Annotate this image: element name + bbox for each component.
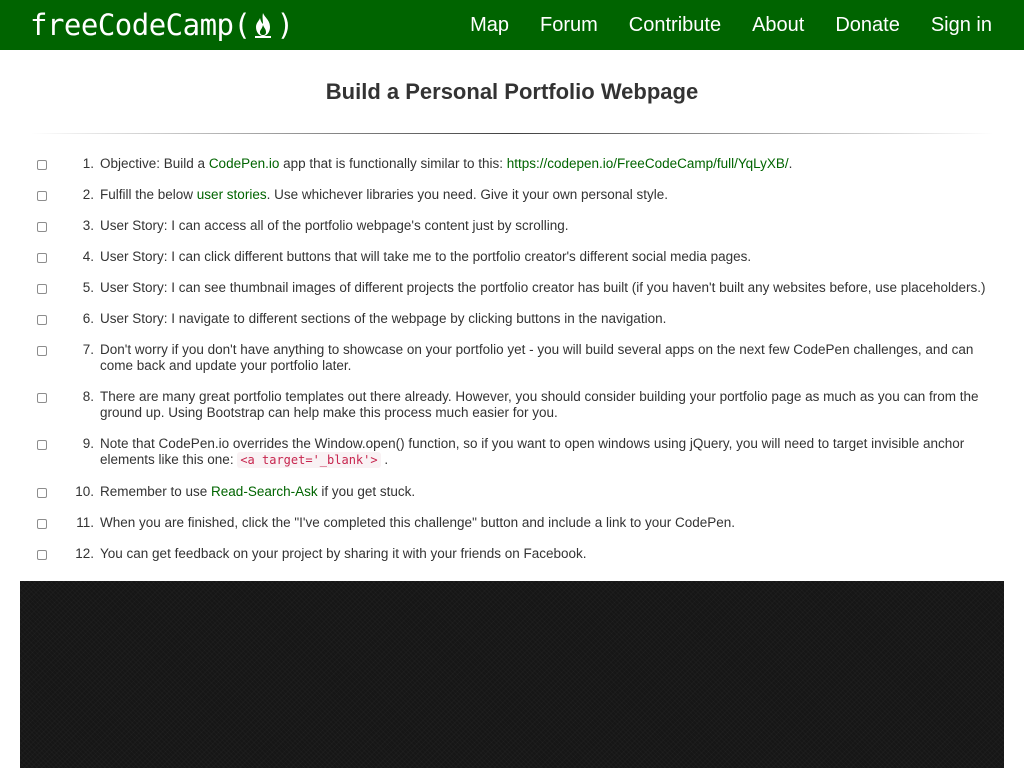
item-checkbox[interactable] — [37, 160, 47, 170]
nav-map-link[interactable]: Map — [470, 14, 509, 37]
item-text-part: Note that CodePen.io overrides the Windo… — [100, 436, 965, 467]
item-checkbox[interactable] — [37, 284, 47, 294]
item-number: 4. — [82, 249, 94, 264]
brand-name: freeCodeCamp — [30, 8, 234, 42]
item-number: 6. — [82, 311, 94, 326]
item-number: 2. — [82, 187, 94, 202]
item-text: Note that CodePen.io overrides the Windo… — [100, 436, 999, 468]
item-checkbox[interactable] — [37, 346, 47, 356]
brand-paren-close: ) — [276, 8, 294, 42]
item-number: 1. — [82, 156, 94, 171]
item-text: You can get feedback on your project by … — [100, 546, 587, 561]
top-navbar: freeCodeCamp ( ) Map Forum Contribute Ab… — [0, 0, 1024, 50]
item-text-part: Objective: Build a — [100, 156, 209, 171]
item-text: User Story: I can access all of the port… — [100, 218, 569, 233]
brand-logo[interactable]: freeCodeCamp ( ) — [30, 8, 294, 42]
item-text: Don't worry if you don't have anything t… — [100, 342, 974, 373]
item-text-part: . — [788, 156, 793, 171]
item-number: 12. — [75, 546, 94, 561]
example-project-link[interactable]: https://codepen.io/FreeCodeCamp/full/YqL… — [507, 156, 789, 171]
item-text: User Story: I can click different button… — [100, 249, 752, 264]
item-number: 9. — [82, 436, 94, 451]
item-text-part: if you get stuck. — [317, 484, 416, 499]
item-number: 5. — [82, 280, 94, 295]
page-title: Build a Personal Portfolio Webpage — [325, 79, 699, 104]
nav-donate-link[interactable]: Donate — [835, 14, 900, 37]
item-number: 3. — [82, 218, 94, 233]
item-text: Objective: Build a CodePen.io app that i… — [100, 156, 999, 172]
nav-links: Map Forum Contribute About Donate Sign i… — [470, 0, 992, 50]
inline-code: <a target='_blank'> — [237, 452, 381, 468]
item-text: User Story: I can see thumbnail images o… — [100, 280, 986, 295]
item-checkbox[interactable] — [37, 393, 47, 403]
item-checkbox[interactable] — [37, 222, 47, 232]
read-search-ask-link[interactable]: Read-Search-Ask — [211, 484, 318, 499]
item-text-part: Remember to use — [100, 484, 212, 499]
title-divider — [30, 133, 994, 134]
item-checkbox[interactable] — [37, 315, 47, 325]
item-text: Remember to use Read-Search-Ask if you g… — [100, 484, 999, 500]
item-text-part: . — [384, 452, 389, 467]
brand-paren-open: ( — [233, 8, 251, 42]
item-checkbox[interactable] — [37, 440, 47, 450]
item-text: User Story: I navigate to different sect… — [100, 311, 667, 326]
item-checkbox[interactable] — [37, 191, 47, 201]
codepen-preview-panel — [20, 581, 1004, 768]
item-number: 7. — [82, 342, 94, 357]
item-checkbox[interactable] — [37, 253, 47, 263]
item-checkbox[interactable] — [37, 550, 47, 560]
item-text-part: Fulfill the below — [100, 187, 197, 202]
codepen-link[interactable]: CodePen.io — [209, 156, 280, 171]
item-text: When you are finished, click the "I've c… — [100, 515, 736, 530]
flame-icon — [255, 13, 272, 38]
nav-forum-link[interactable]: Forum — [540, 14, 598, 37]
item-number: 11. — [76, 515, 94, 530]
item-checkbox[interactable] — [37, 519, 47, 529]
item-number: 10. — [75, 484, 94, 499]
nav-about-link[interactable]: About — [752, 14, 804, 37]
user-stories-link[interactable]: user stories — [197, 187, 267, 202]
item-text-part: app that is functionally similar to this… — [279, 156, 507, 171]
item-checkbox[interactable] — [37, 488, 47, 498]
item-text-part: . Use whichever libraries you need. Give… — [266, 187, 669, 202]
item-text: There are many great portfolio templates… — [100, 389, 979, 420]
item-number: 8. — [82, 389, 94, 404]
nav-signin-link[interactable]: Sign in — [931, 14, 992, 37]
nav-contribute-link[interactable]: Contribute — [629, 14, 721, 37]
item-text: Fulfill the below user stories. Use whic… — [100, 187, 999, 203]
